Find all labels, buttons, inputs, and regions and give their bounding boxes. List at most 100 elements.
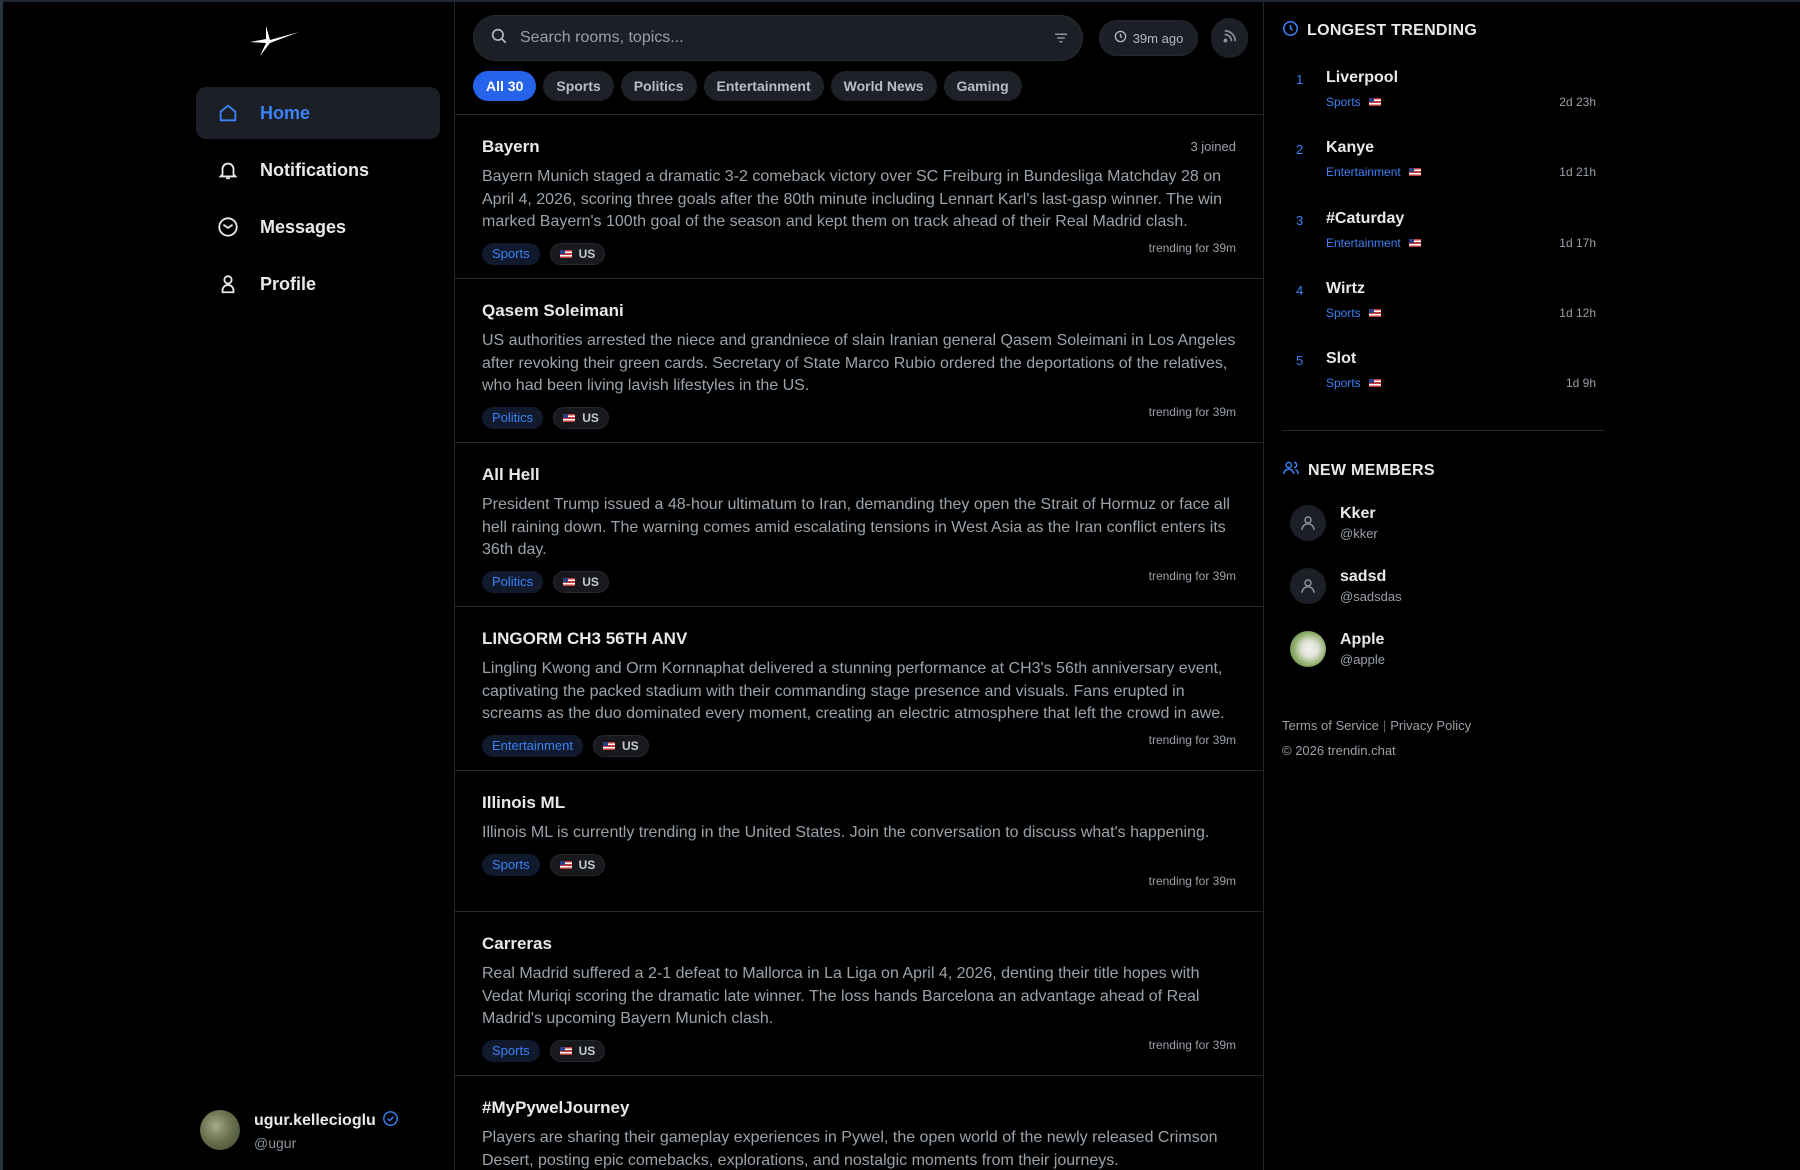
trending-list-item[interactable]: 5 Slot Sports 1d 9h [1282, 347, 1604, 405]
post-body: Real Madrid suffered a 2-1 defeat to Mal… [482, 965, 1200, 1027]
category-badge[interactable]: Sports [482, 1039, 540, 1062]
nav-notifications[interactable]: Notifications [196, 144, 440, 196]
avatar-placeholder [1290, 505, 1326, 541]
country-code: US [582, 574, 599, 589]
nav-messages[interactable]: Messages [196, 201, 440, 253]
current-user[interactable]: ugur.kellecioglu @ugur [200, 1108, 440, 1152]
member-name: Kker [1340, 505, 1376, 522]
feed-post[interactable]: Qasem Soleimani US authorities arrested … [455, 278, 1263, 442]
category-badge[interactable]: Politics [482, 406, 544, 429]
last-updated-pill[interactable]: 39m ago [1099, 20, 1198, 56]
us-flag-icon [602, 741, 615, 750]
filter-icon[interactable] [1052, 29, 1070, 52]
feed-post[interactable]: All Hell President Trump issued a 48-hou… [455, 442, 1263, 606]
us-flag-icon [559, 860, 572, 869]
rss-feed-button[interactable] [1211, 18, 1248, 58]
top-bar: 39m ago [473, 15, 1248, 61]
trend-rank: 1 [1296, 72, 1304, 87]
country-badge: US [553, 570, 609, 593]
us-flag-icon [559, 249, 572, 258]
country-code: US [621, 738, 639, 753]
trend-duration: 1d 17h [1559, 236, 1596, 250]
sparkle-logo[interactable] [246, 22, 302, 58]
category-badge[interactable]: Sports [482, 853, 540, 876]
member-name: Apple [1340, 631, 1385, 648]
trend-category-label: Sports [1326, 376, 1361, 390]
tab-sports[interactable]: Sports [543, 71, 614, 101]
category-badge[interactable]: Sports [482, 242, 540, 265]
nav-profile[interactable]: Profile [196, 258, 440, 310]
feed-post[interactable]: LINGORM CH3 56TH ANV Lingling Kwong and … [455, 606, 1263, 770]
post-body: Illinois ML is currently trending in the… [482, 824, 1210, 841]
window-left-edge [0, 0, 3, 1170]
trend-duration: 1d 12h [1559, 306, 1596, 320]
trending-feed: Bayern 3 joined Bayern Munich staged a d… [455, 114, 1263, 1170]
feed-post[interactable]: Illinois ML Illinois ML is currently tre… [455, 770, 1263, 911]
tab-all[interactable]: All 30 [473, 71, 537, 101]
member-item[interactable]: Apple @apple [1290, 628, 1590, 670]
country-code: US [582, 410, 599, 425]
terms-link[interactable]: Terms of Service [1282, 718, 1379, 733]
copyright-text: © 2026 trendin.chat [1282, 743, 1396, 758]
us-flag-icon [559, 1046, 572, 1055]
feed-post[interactable]: Carreras Real Madrid suffered a 2-1 defe… [455, 911, 1263, 1075]
nav-messages-label: Messages [260, 216, 347, 237]
country-badge: US [553, 406, 609, 429]
member-item[interactable]: Kker @kker [1290, 502, 1590, 544]
search-bar[interactable] [473, 15, 1083, 61]
trend-category-label: Entertainment [1326, 165, 1401, 179]
us-flag-icon [563, 413, 576, 422]
trend-duration: 2d 23h [1559, 95, 1596, 109]
tab-gaming[interactable]: Gaming [943, 71, 1022, 101]
trend-duration: 1d 21h [1559, 165, 1596, 179]
mail-icon [216, 215, 240, 239]
trending-list-item[interactable]: 1 Liverpool Sports 2d 23h [1282, 66, 1604, 124]
post-joined-count: 3 joined [1190, 139, 1236, 154]
member-handle: @sadsdas [1340, 589, 1402, 604]
nav-profile-label: Profile [260, 273, 317, 294]
trend-rank: 5 [1296, 353, 1304, 368]
verified-badge-icon [382, 1110, 399, 1132]
tab-politics[interactable]: Politics [620, 71, 697, 101]
left-sidebar: Home Notifications Messages Profile ugur… [196, 0, 440, 1170]
section-title: NEW MEMBERS [1308, 461, 1435, 479]
longest-trending-header: LONGEST TRENDING [1282, 20, 1477, 42]
feed-post[interactable]: #MyPywelJourney Players are sharing thei… [455, 1075, 1263, 1170]
category-badge[interactable]: Politics [482, 570, 544, 593]
category-badge[interactable]: Entertainment [482, 734, 583, 757]
search-input[interactable] [520, 29, 1020, 47]
nav-home[interactable]: Home [196, 87, 440, 139]
us-flag-icon [1368, 98, 1381, 106]
post-meta: Entertainment US [482, 734, 1236, 757]
tab-entertainment[interactable]: Entertainment [703, 71, 824, 101]
trend-category: Entertainment [1326, 236, 1421, 250]
tab-world-news[interactable]: World News [830, 71, 937, 101]
country-badge: US [592, 734, 649, 757]
post-body: Players are sharing their gameplay exper… [482, 1129, 1218, 1169]
member-item[interactable]: sadsd @sadsdas [1290, 565, 1590, 607]
privacy-link[interactable]: Privacy Policy [1390, 718, 1471, 733]
post-meta: Politics US [482, 570, 1236, 593]
member-handle: @apple [1340, 652, 1386, 667]
trending-duration: trending for 39m [1148, 241, 1236, 255]
trend-name: Wirtz [1326, 280, 1365, 297]
trending-list-item[interactable]: 2 Kanye Entertainment 1d 21h [1282, 136, 1604, 194]
footer-links: Terms of Service | Privacy Policy [1282, 718, 1471, 733]
user-name: ugur.kellecioglu [254, 1111, 376, 1129]
post-body: President Trump issued a 48-hour ultimat… [482, 496, 1230, 558]
trending-list-item[interactable]: 4 Wirtz Sports 1d 12h [1282, 277, 1604, 335]
feed-post[interactable]: Bayern 3 joined Bayern Munich staged a d… [455, 114, 1263, 278]
us-flag-icon [563, 577, 576, 586]
country-code: US [578, 246, 596, 261]
main-feed-column: 39m ago All 30 Sports Politics Entertain… [454, 0, 1264, 1170]
us-flag-icon [1408, 168, 1421, 176]
home-icon [216, 101, 240, 125]
trending-list-item[interactable]: 3 #Caturday Entertainment 1d 17h [1282, 207, 1604, 265]
post-title: Qasem Soleimani [482, 301, 624, 320]
us-flag-icon [1368, 379, 1381, 387]
section-divider [1282, 430, 1604, 431]
trending-duration: trending for 39m [1148, 569, 1236, 583]
trend-duration: 1d 9h [1565, 376, 1596, 390]
avatar [1290, 631, 1326, 667]
post-title: Carreras [482, 934, 552, 953]
